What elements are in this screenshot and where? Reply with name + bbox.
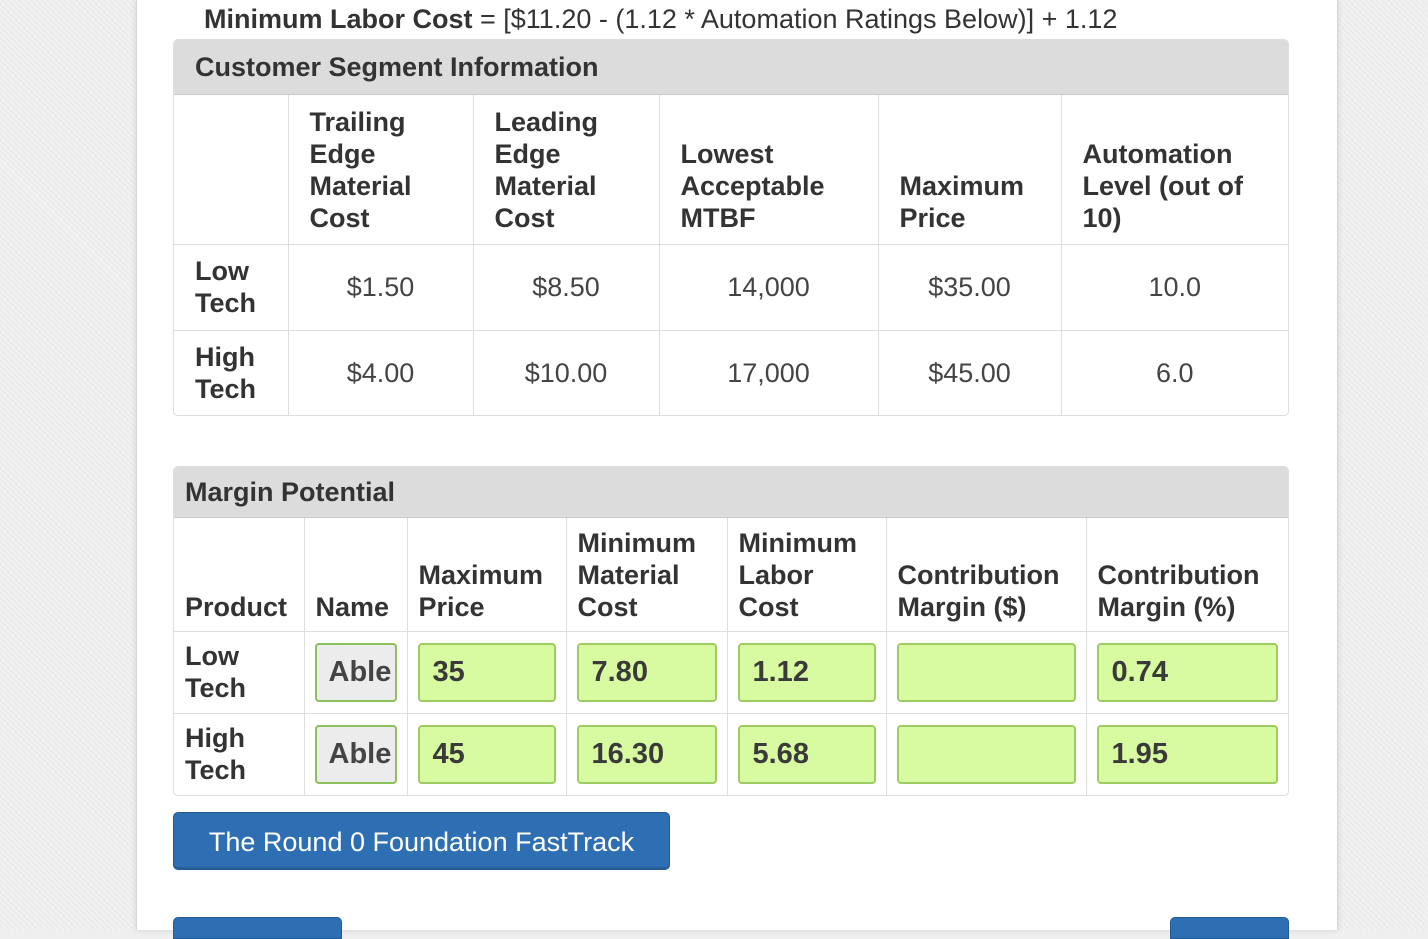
leading-edge-cost: $8.50 <box>472 243 660 331</box>
margin-potential-card: Margin Potential Product Name Maximum Pr… <box>173 466 1289 796</box>
max-price-field[interactable]: 35 <box>417 642 556 702</box>
column-header-leading-edge-cost: Leading Edge Material Cost <box>472 95 660 244</box>
trailing-edge-cost: $1.50 <box>287 243 474 331</box>
previous-button[interactable] <box>173 917 342 939</box>
customer-segment-title: Customer Segment Information <box>174 40 1288 95</box>
max-price-field[interactable]: 45 <box>417 724 556 784</box>
contribution-margin-dollars-field[interactable] <box>896 724 1076 784</box>
table-header-row: Product Name Maximum Price Minimum Mater… <box>174 518 1288 631</box>
max-price-cell: 45 <box>406 712 567 795</box>
cm-percent-cell: 0.74 <box>1085 630 1288 714</box>
table-row: High Tech $4.00 $10.00 17,000 $45.00 6.0 <box>174 329 1288 415</box>
min-material-cell: 7.80 <box>565 630 728 714</box>
column-header-blank <box>174 95 289 244</box>
min-labor-cell: 1.12 <box>726 630 887 714</box>
next-button[interactable] <box>1170 917 1289 939</box>
max-price-cell: 35 <box>406 630 567 714</box>
min-labor-cost-field[interactable]: 5.68 <box>737 724 876 784</box>
contribution-margin-dollars-field[interactable] <box>896 642 1076 702</box>
product-segment: High Tech <box>174 712 305 795</box>
trailing-edge-cost: $4.00 <box>287 329 474 415</box>
segment-name: Low Tech <box>174 243 289 331</box>
column-header-product: Product <box>174 518 305 631</box>
table-row: High Tech Able 45 16.30 5.68 1.95 <box>174 712 1288 795</box>
lowest-mtbf: 14,000 <box>658 243 879 331</box>
column-header-maximum-price: Maximum Price <box>406 518 567 631</box>
table-row: Low Tech $1.50 $8.50 14,000 $35.00 10.0 <box>174 243 1288 331</box>
segment-name: High Tech <box>174 329 289 415</box>
min-material-cost-field[interactable]: 16.30 <box>576 724 717 784</box>
product-name-field[interactable]: Able <box>314 724 397 784</box>
lowest-mtbf: 17,000 <box>658 329 879 415</box>
cm-dollars-cell <box>885 712 1087 795</box>
fasttrack-button[interactable]: The Round 0 Foundation FastTrack <box>173 812 670 870</box>
table-row: Low Tech Able 35 7.80 1.12 0.74 <box>174 630 1288 714</box>
formula-label: Minimum Labor Cost <box>204 4 473 34</box>
product-segment: Low Tech <box>174 630 305 714</box>
table-header-row: Trailing Edge Material Cost Leading Edge… <box>174 95 1288 244</box>
formula-expression: = [$11.20 - (1.12 * Automation Ratings B… <box>472 4 1118 34</box>
name-cell: Able <box>303 630 408 714</box>
cm-percent-cell: 1.95 <box>1085 712 1288 795</box>
cm-dollars-cell <box>885 630 1087 714</box>
contribution-margin-percent-field[interactable]: 0.74 <box>1096 642 1278 702</box>
min-labor-cell: 5.68 <box>726 712 887 795</box>
contribution-margin-percent-field[interactable]: 1.95 <box>1096 724 1278 784</box>
margin-potential-title: Margin Potential <box>174 467 1288 518</box>
automation-level: 10.0 <box>1060 243 1288 331</box>
margin-potential-table: Product Name Maximum Price Minimum Mater… <box>174 518 1288 795</box>
column-header-contribution-margin-dollars: Contribution Margin ($) <box>885 518 1087 631</box>
column-header-maximum-price: Maximum Price <box>877 95 1062 244</box>
column-header-min-labor-cost: Minimum Labor Cost <box>726 518 887 631</box>
column-header-trailing-edge-cost: Trailing Edge Material Cost <box>287 95 474 244</box>
column-header-name: Name <box>303 518 408 631</box>
column-header-automation-level: Automation Level (out of 10) <box>1060 95 1288 244</box>
labor-cost-formula: Minimum Labor Cost = [$11.20 - (1.12 * A… <box>204 2 1304 36</box>
maximum-price: $35.00 <box>877 243 1062 331</box>
column-header-min-material-cost: Minimum Material Cost <box>565 518 728 631</box>
min-material-cell: 16.30 <box>565 712 728 795</box>
product-name-field[interactable]: Able <box>314 642 397 702</box>
column-header-lowest-mtbf: Lowest Acceptable MTBF <box>658 95 879 244</box>
leading-edge-cost: $10.00 <box>472 329 660 415</box>
name-cell: Able <box>303 712 408 795</box>
automation-level: 6.0 <box>1060 329 1288 415</box>
min-labor-cost-field[interactable]: 1.12 <box>737 642 876 702</box>
customer-segment-table: Trailing Edge Material Cost Leading Edge… <box>174 95 1288 415</box>
min-material-cost-field[interactable]: 7.80 <box>576 642 717 702</box>
column-header-contribution-margin-percent: Contribution Margin (%) <box>1085 518 1288 631</box>
maximum-price: $45.00 <box>877 329 1062 415</box>
customer-segment-card: Customer Segment Information Trailing Ed… <box>173 39 1289 416</box>
